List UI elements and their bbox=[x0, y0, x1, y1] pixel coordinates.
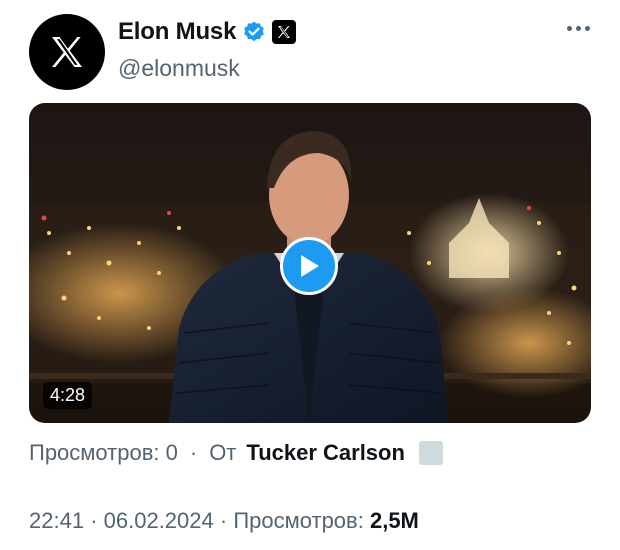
verified-badge-icon bbox=[244, 21, 265, 42]
author-handle[interactable]: @elonmusk bbox=[118, 55, 240, 82]
attribution-views: Просмотров: 0 bbox=[29, 440, 178, 465]
more-options-icon[interactable] bbox=[567, 26, 590, 31]
play-icon bbox=[301, 255, 319, 277]
separator: · bbox=[189, 440, 198, 465]
source-badge-icon bbox=[418, 441, 443, 465]
views-label: Просмотров: bbox=[233, 508, 364, 533]
post-date[interactable]: 06.02.2024 bbox=[104, 508, 214, 533]
x-logo-icon bbox=[52, 37, 82, 67]
more-dot bbox=[585, 26, 590, 31]
video-player[interactable]: 4:28 bbox=[29, 103, 591, 423]
video-attribution: Просмотров: 0 · От Tucker Carlson bbox=[29, 440, 443, 466]
from-label: От bbox=[209, 440, 237, 465]
post-time[interactable]: 22:41 bbox=[29, 508, 84, 533]
author-name[interactable]: Elon Musk bbox=[118, 18, 236, 46]
author-name-row[interactable]: Elon Musk bbox=[118, 18, 297, 46]
source-author-link[interactable]: Tucker Carlson bbox=[246, 440, 405, 466]
post-meta: 22:41 · 06.02.2024 · Просмотров: 2,5M bbox=[29, 508, 419, 534]
x-affiliate-icon[interactable] bbox=[272, 20, 297, 44]
avatar[interactable] bbox=[29, 14, 105, 90]
video-duration: 4:28 bbox=[43, 382, 93, 409]
separator: · bbox=[90, 508, 104, 533]
more-dot bbox=[567, 26, 572, 31]
views-count: 2,5M bbox=[369, 508, 419, 533]
separator: · bbox=[219, 508, 234, 533]
play-button[interactable] bbox=[280, 237, 338, 295]
more-dot bbox=[576, 26, 581, 31]
